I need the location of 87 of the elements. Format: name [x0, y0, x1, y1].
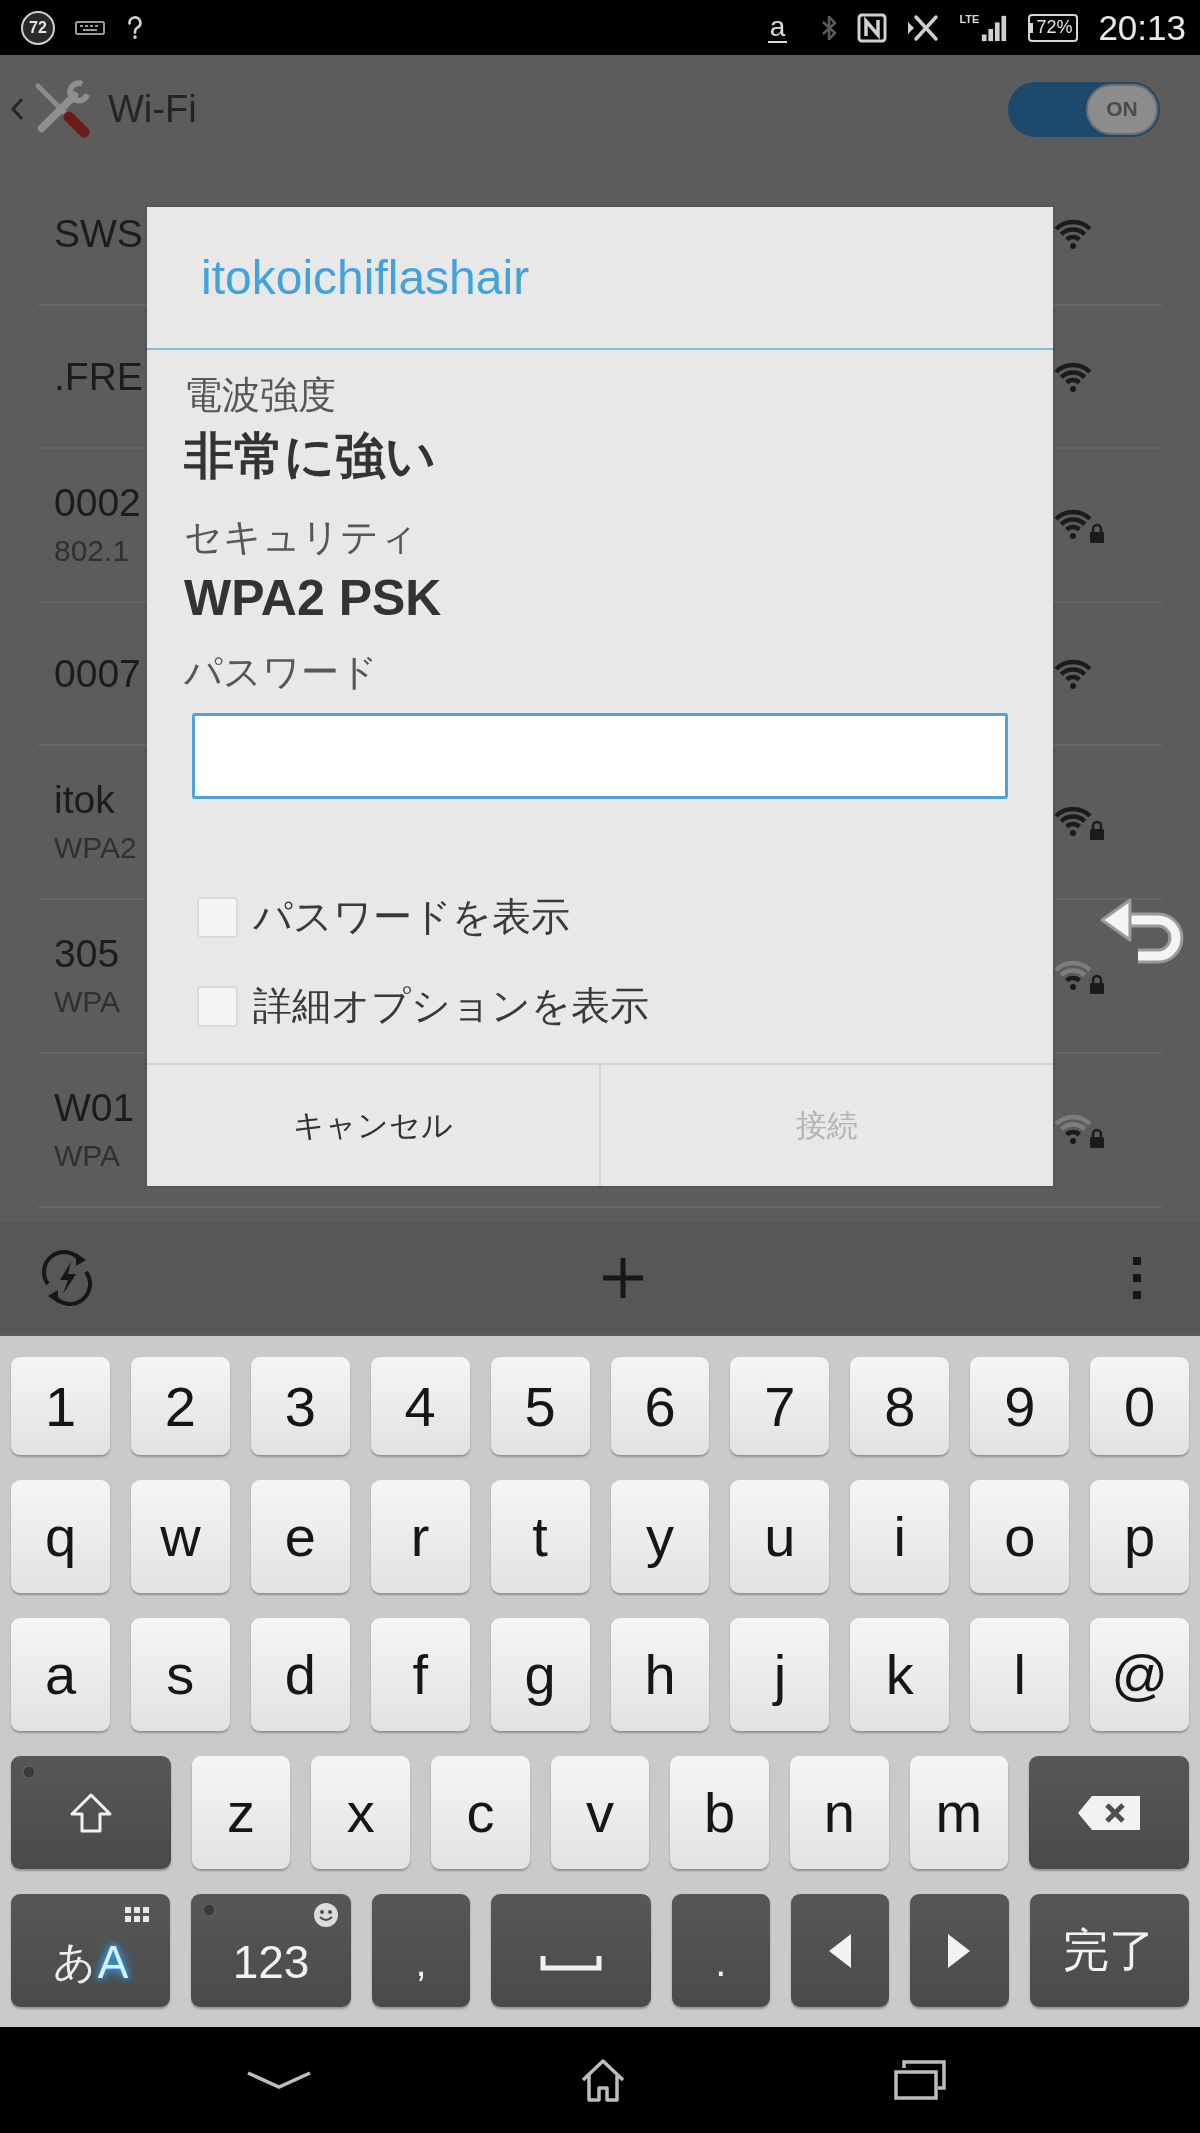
store-badge: a	[767, 12, 788, 43]
punctuation-key[interactable]: ,	[371, 1894, 471, 2007]
done-key[interactable]: 完了	[1029, 1894, 1189, 2007]
home-icon[interactable]	[579, 2058, 627, 2102]
keyboard-key[interactable]: z	[191, 1756, 291, 1869]
keyboard-key[interactable]: l	[970, 1618, 1070, 1731]
keyboard-key[interactable]: v	[550, 1756, 650, 1869]
checkbox-label[interactable]: 詳細オプションを表示	[253, 979, 649, 1033]
checkbox[interactable]	[197, 985, 238, 1027]
keyboard-key[interactable]: u	[730, 1480, 830, 1593]
keyboard-key[interactable]: 3	[250, 1357, 350, 1455]
back-caret-icon[interactable]	[10, 97, 24, 121]
keyboard-key[interactable]: w	[130, 1480, 230, 1593]
keyboard-key[interactable]: m	[909, 1756, 1009, 1869]
field-value: 非常に強い	[184, 427, 436, 486]
keyboard-key[interactable]: x	[311, 1756, 411, 1869]
backspace-key[interactable]	[1029, 1756, 1190, 1869]
keyboard-key[interactable]: r	[370, 1480, 470, 1593]
bluetooth-icon	[821, 13, 838, 42]
notification-badge: 72	[21, 10, 55, 45]
keyboard-key[interactable]: a	[11, 1618, 110, 1731]
left-triangle-icon	[829, 1933, 852, 1968]
keyboard-icon	[75, 20, 105, 35]
keyboard-key[interactable]: i	[850, 1480, 950, 1593]
nfc-icon	[857, 12, 888, 43]
smiley-icon	[312, 1902, 339, 1928]
tools-icon[interactable]	[32, 80, 90, 138]
punctuation-key[interactable]: .	[671, 1894, 770, 2007]
keyboard-key[interactable]: c	[431, 1756, 530, 1869]
network-type-label: LTE	[959, 12, 980, 25]
keyboard-key[interactable]: d	[250, 1618, 350, 1731]
input-mode-key[interactable]: あA	[11, 1894, 171, 2007]
backspace-icon	[1077, 1794, 1142, 1831]
keyboard-key[interactable]: h	[610, 1618, 710, 1731]
keyboard-key[interactable]: s	[130, 1618, 230, 1731]
dialog-title: itokoichiflashair	[201, 250, 530, 305]
recent-apps-icon[interactable]	[894, 2060, 946, 2100]
add-icon[interactable]	[601, 1256, 645, 1300]
keyboard-key[interactable]: p	[1090, 1480, 1190, 1593]
keyboard-key[interactable]: 1	[11, 1357, 110, 1455]
keyboard-key[interactable]: 2	[130, 1357, 230, 1455]
chevron-down-icon[interactable]	[246, 2070, 312, 2090]
field-label: セキュリティ	[184, 515, 418, 560]
menu-icon[interactable]	[1132, 1256, 1142, 1300]
keyboard-key[interactable]: b	[670, 1756, 769, 1869]
keyboard-key[interactable]: k	[850, 1618, 950, 1731]
indicator-dot-icon	[22, 1765, 36, 1779]
indicator-dot-icon	[202, 1903, 217, 1917]
keyboard-key[interactable]: y	[610, 1480, 710, 1593]
keyboard-key[interactable]: n	[790, 1756, 889, 1869]
keyboard-key[interactable]: 5	[490, 1357, 590, 1455]
cross-icon	[907, 12, 940, 43]
field-label: パスワード	[184, 650, 378, 695]
keyboard-key[interactable]: o	[970, 1480, 1070, 1593]
keyboard-key[interactable]: 6	[610, 1357, 710, 1455]
dialog-button[interactable]: キャンセル	[147, 1065, 599, 1186]
right-triangle-icon	[948, 1933, 971, 1968]
field-label: 電波強度	[184, 373, 336, 418]
symbols-key[interactable]: 123	[191, 1894, 351, 2007]
keyboard-key[interactable]: f	[370, 1618, 470, 1731]
space-key[interactable]	[491, 1894, 651, 2007]
screen-title: Wi-Fi	[108, 87, 197, 131]
checkbox-label[interactable]: パスワードを表示	[253, 890, 570, 944]
clock-text: 20:13	[1098, 7, 1186, 48]
question-mark-icon	[125, 15, 145, 40]
password-field[interactable]	[192, 713, 1008, 799]
grid-dots-icon	[124, 1906, 151, 1922]
keyboard-key[interactable]: 7	[730, 1357, 830, 1455]
keyboard-key[interactable]: 0	[1090, 1357, 1190, 1455]
circular-arrows-bolt-icon[interactable]	[40, 1250, 94, 1306]
keyboard-key[interactable]: 4	[370, 1357, 470, 1455]
shift-key[interactable]	[11, 1756, 171, 1869]
battery-indicator: 72%	[1028, 13, 1079, 42]
cursor-left-key[interactable]	[790, 1894, 890, 2007]
space-icon	[539, 1954, 602, 1971]
keyboard-key[interactable]: j	[730, 1618, 830, 1731]
field-value: WPA2 PSK	[184, 569, 442, 628]
shift-icon	[68, 1792, 113, 1833]
keyboard-key[interactable]: 9	[970, 1357, 1070, 1455]
keyboard-key[interactable]: t	[490, 1480, 590, 1593]
keyboard-key[interactable]: q	[11, 1480, 110, 1593]
keyboard-key[interactable]: g	[490, 1618, 590, 1731]
keyboard-key[interactable]: @	[1090, 1618, 1190, 1731]
keyboard-key[interactable]: e	[250, 1480, 350, 1593]
keyboard-key[interactable]: 8	[850, 1357, 950, 1455]
cursor-right-key[interactable]	[910, 1894, 1009, 2007]
checkbox[interactable]	[197, 896, 238, 938]
